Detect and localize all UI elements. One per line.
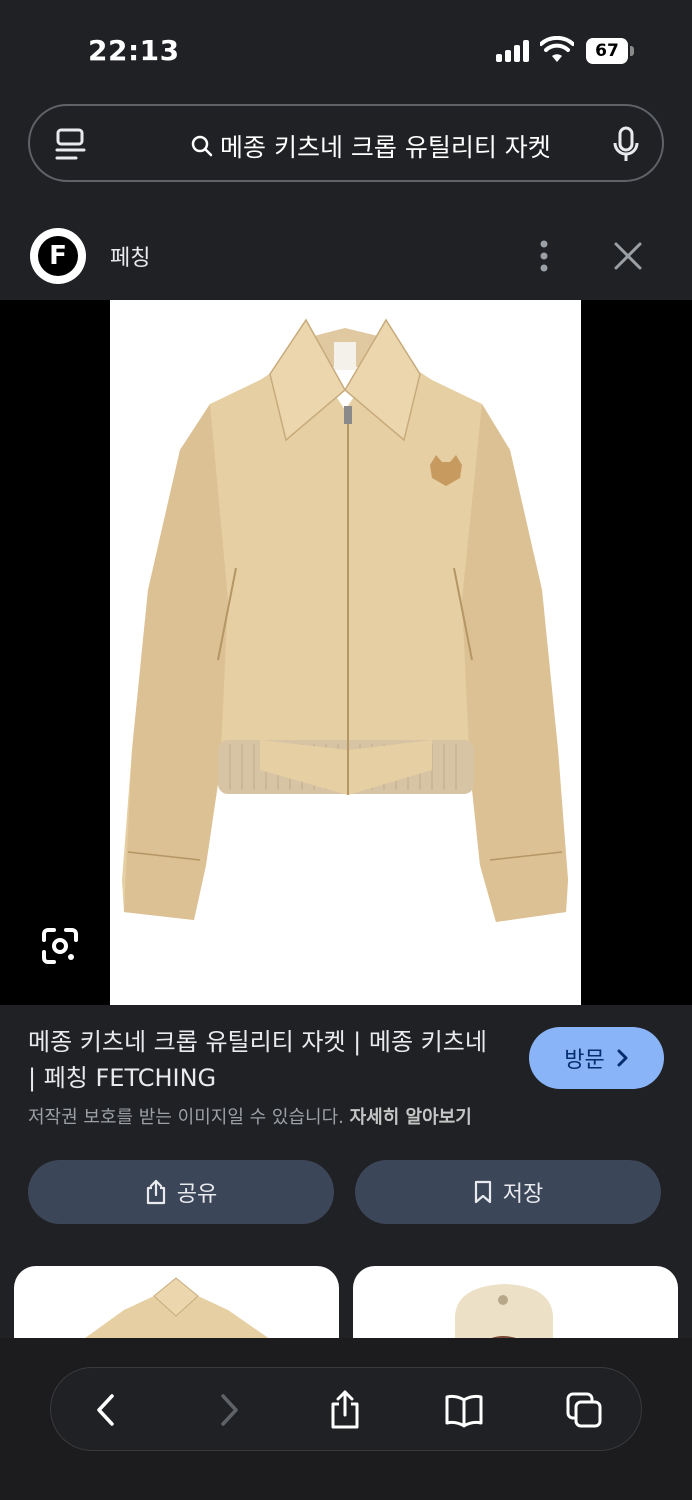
- site-favicon[interactable]: F: [30, 228, 86, 284]
- back-icon[interactable]: [87, 1390, 127, 1430]
- source-header: F 페칭: [0, 212, 692, 300]
- learn-more-link[interactable]: 자세히 알아보기: [350, 1107, 472, 1128]
- visit-label: 방문: [564, 1048, 605, 1073]
- copyright-notice: 저작권 보호를 받는 이미지일 수 있습니다. 자세히 알아보기: [28, 1103, 472, 1129]
- bookmark-icon: [474, 1180, 491, 1204]
- battery-icon: 67: [586, 38, 634, 64]
- source-name[interactable]: 페칭: [110, 240, 150, 272]
- share-icon: [146, 1179, 165, 1205]
- image-viewer: [0, 300, 692, 1005]
- status-time: 22:13: [88, 34, 180, 67]
- result-title[interactable]: 메종 키츠네 크롭 유틸리티 자켓 | 메종 키츠네 | 페칭 FETCHING: [28, 1024, 498, 1096]
- related-image-1[interactable]: [14, 1266, 339, 1346]
- cellular-signal-icon: [496, 40, 532, 62]
- product-image[interactable]: [110, 300, 581, 1005]
- related-jacket-illustration: [74, 1277, 280, 1346]
- save-label: 저장: [502, 1182, 544, 1207]
- chevron-right-icon: [617, 1049, 628, 1067]
- tabs-icon[interactable]: [564, 1390, 604, 1430]
- forward-icon[interactable]: [208, 1390, 248, 1430]
- wifi-icon: [540, 36, 574, 62]
- share-icon[interactable]: [325, 1390, 365, 1430]
- lens-icon[interactable]: [40, 926, 80, 966]
- related-cap-illustration: [455, 1284, 553, 1346]
- close-icon[interactable]: [612, 240, 644, 272]
- related-image-2[interactable]: [353, 1266, 678, 1346]
- visit-button[interactable]: 방문: [529, 1027, 664, 1089]
- mic-icon[interactable]: [612, 126, 640, 164]
- search-query[interactable]: 메종 키츠네 크롭 유틸리티 자켓: [190, 128, 551, 164]
- history-menu-icon[interactable]: [54, 126, 88, 162]
- copyright-text: 저작권 보호를 받는 이미지일 수 있습니다.: [28, 1107, 344, 1128]
- share-label: 공유: [176, 1182, 218, 1207]
- status-bar: 22:13 67: [0, 0, 692, 100]
- search-query-text: 메종 키츠네 크롭 유틸리티 자켓: [220, 133, 551, 162]
- battery-level: 67: [586, 38, 628, 64]
- search-bar[interactable]: 메종 키츠네 크롭 유틸리티 자켓: [28, 104, 664, 182]
- search-icon: [191, 135, 213, 157]
- browser-toolbar: [50, 1367, 642, 1451]
- jacket-illustration: [122, 318, 568, 922]
- bookmarks-icon[interactable]: [444, 1390, 484, 1430]
- more-vert-icon[interactable]: [530, 236, 558, 276]
- share-button[interactable]: 공유: [28, 1160, 334, 1224]
- save-button[interactable]: 저장: [355, 1160, 661, 1224]
